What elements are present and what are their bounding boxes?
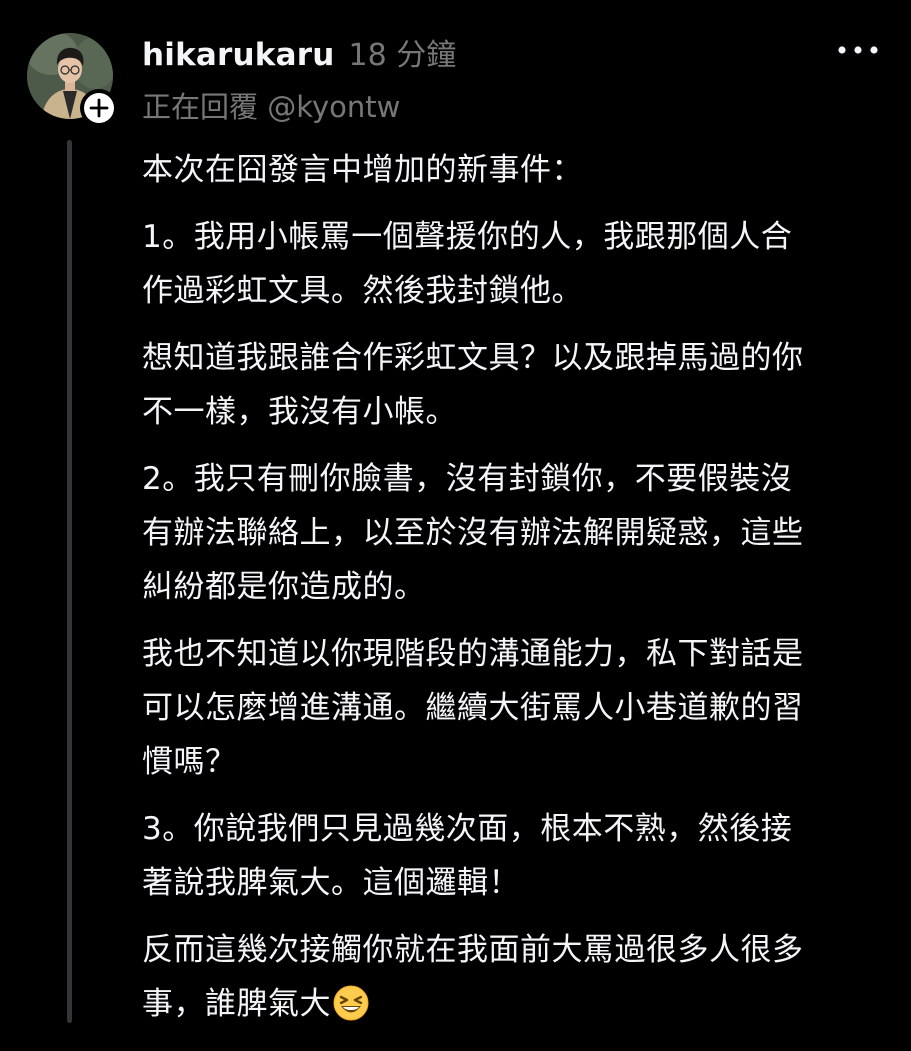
- grinning-squinting-face-emoji: [333, 984, 369, 1038]
- follow-button[interactable]: [80, 89, 118, 127]
- post-paragraph: 想知道我跟誰合作彩虹文具？以及跟掉馬過的你 不一樣，我沒有小帳。: [142, 331, 882, 439]
- post-paragraph: 我也不知道以你現階段的溝通能力，私下對話是 可以怎麼增進溝通。繼續大街罵人小巷道歉…: [142, 627, 882, 789]
- post-text-line: 本次在囧發言中增加的新事件：: [142, 152, 583, 188]
- post-text-line: 不一樣，我沒有小帳。: [142, 394, 457, 430]
- post-text-line: 我也不知道以你現階段的溝通能力，私下對話是: [142, 636, 804, 672]
- follow-badge: [84, 93, 114, 123]
- post-text-line: 想知道我跟誰合作彩虹文具？以及跟掉馬過的你: [142, 340, 804, 376]
- avatar-container[interactable]: [27, 33, 118, 127]
- post-text-line: 3。你說我們只見過幾次面，根本不熟，然後接: [142, 811, 793, 847]
- post-text-line: 可以怎麼增進溝通。繼續大街罵人小巷道歉的習: [142, 690, 804, 726]
- post-text-line: 2。我只有刪你臉書，沒有封鎖你，不要假裝沒: [142, 461, 793, 497]
- username-link[interactable]: hikarukaru: [142, 37, 334, 73]
- threads-post: hikarukaru 18 分鐘 正在回覆 @kyontw 本次在囧發言中增加的…: [0, 0, 911, 1023]
- post-text-line: 糾紛都是你造成的。: [142, 569, 426, 605]
- replying-to: 正在回覆 @kyontw: [142, 84, 400, 126]
- post-text-line: 有辦法聯絡上，以至於沒有辦法解開疑惑，這些: [142, 515, 804, 551]
- more-horizontal-icon: [838, 46, 878, 54]
- post-text-line: 反而這幾次接觸你就在我面前大罵過很多人很多: [142, 932, 804, 968]
- post-timestamp[interactable]: 18 分鐘: [348, 30, 456, 74]
- post-paragraph: 本次在囧發言中增加的新事件：: [142, 143, 882, 197]
- thread-line: [67, 140, 72, 1023]
- post-text-line: 作過彩虹文具。然後我封鎖他。: [142, 273, 583, 309]
- post-paragraph: 反而這幾次接觸你就在我面前大罵過很多人很多事，誰脾氣大: [142, 923, 882, 1038]
- post-header: hikarukaru 18 分鐘: [142, 30, 456, 74]
- post-text-line: 慣嗎？: [142, 744, 237, 780]
- post-text-line: 事，誰脾氣大: [142, 977, 882, 1038]
- post-text-line: 著說我脾氣大。這個邏輯！: [142, 865, 520, 901]
- post-body: 本次在囧發言中增加的新事件： 1。我用小帳罵一個聲援你的人，我跟那個人合 作過彩虹文…: [142, 143, 882, 1051]
- replying-prefix: 正在回覆: [142, 90, 259, 124]
- more-options-button[interactable]: [832, 36, 884, 64]
- plus-icon: [89, 98, 109, 118]
- post-text-line: 1。我用小帳罵一個聲援你的人，我跟那個人合: [142, 219, 793, 255]
- post-paragraph: 2。我只有刪你臉書，沒有封鎖你，不要假裝沒 有辦法聯絡上，以至於沒有辦法解開疑惑，…: [142, 452, 882, 614]
- post-paragraph: 3。你說我們只見過幾次面，根本不熟，然後接 著說我脾氣大。這個邏輯！: [142, 802, 882, 910]
- post-paragraph: 1。我用小帳罵一個聲援你的人，我跟那個人合 作過彩虹文具。然後我封鎖他。: [142, 210, 882, 318]
- replying-handle-link[interactable]: @kyontw: [267, 90, 400, 124]
